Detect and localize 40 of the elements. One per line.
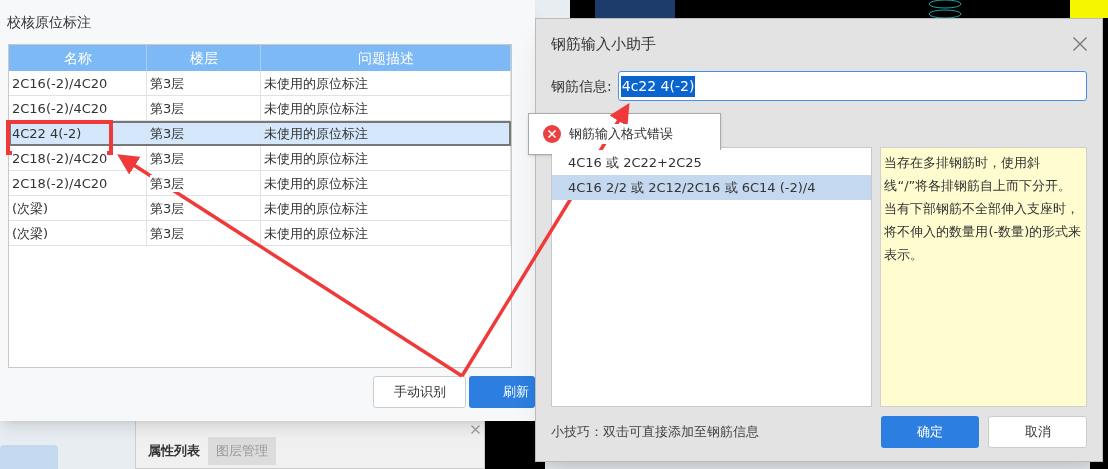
table-cell: 2C18(-2)/4C20 — [12, 149, 108, 167]
table-row[interactable]: 4C22 4(-2) 第3层 未使用的原位标注 — [9, 121, 511, 146]
table-row[interactable]: 2C18(-2)/4C20 第3层 未使用的原位标注 — [9, 171, 511, 196]
table-cell: 第3层 — [150, 74, 185, 92]
window-title: 钢筋输入小助手 — [551, 33, 656, 55]
refresh-button[interactable]: 刷新 — [469, 376, 535, 408]
table-row[interactable]: 2C18(-2)/4C20 第3层 未使用的原位标注 — [9, 146, 511, 171]
table-row[interactable]: (次梁) 第3层 未使用的原位标注 — [9, 221, 511, 246]
table-cell: 未使用的原位标注 — [264, 125, 368, 142]
table-cell: (次梁) — [12, 199, 49, 217]
field-label: 钢筋信息: — [551, 76, 612, 96]
manual-button[interactable]: 手动识别 — [373, 376, 467, 408]
canvas-strip — [1070, 0, 1108, 18]
table-cell: 第3层 — [150, 199, 185, 217]
table-cell: 第3层 — [150, 149, 185, 167]
tip-text: 小技巧：双击可直接添加至钢筋信息 — [551, 423, 760, 442]
input-field[interactable]: 4c22 4(-2) — [617, 71, 1087, 101]
table-cell: 4C22 4(-2) — [12, 125, 82, 142]
table-cell: 未使用的原位标注 — [264, 199, 368, 217]
table-row[interactable]: 2C16(-2)/4C20 第3层 未使用的原位标注 — [9, 71, 511, 96]
window-title: 校核原位标注 — [7, 12, 91, 32]
table-cell: (次梁) — [12, 224, 49, 242]
table-cell: 未使用的原位标注 — [264, 224, 368, 242]
table-cell: 未使用的原位标注 — [264, 174, 368, 192]
error-message: 钢筋输入格式错误 — [569, 124, 673, 144]
cancel-button[interactable]: 取消 — [988, 416, 1087, 448]
table-cell: 第3层 — [150, 224, 185, 242]
table-cell: 第3层 — [150, 174, 185, 192]
table-cell: 第3层 — [150, 125, 185, 142]
close-icon[interactable] — [1073, 37, 1087, 51]
close-icon[interactable] — [471, 424, 480, 434]
table-cell: 第3层 — [150, 99, 185, 117]
table-cell: 未使用的原位标注 — [264, 99, 368, 117]
error-icon — [543, 125, 561, 143]
table-cell: 未使用的原位标注 — [264, 149, 368, 167]
table-cell: 未使用的原位标注 — [264, 74, 368, 92]
table-row[interactable]: (次梁) 第3层 未使用的原位标注 — [9, 196, 511, 221]
list-item[interactable]: 4C16 2/2 或 2C12/2C16 或 6C14 (-2)/4 — [552, 175, 872, 200]
hint-text: 当存在多排钢筋时，使用斜线“/”将各排钢筋自上而下分开。当有下部钢筋不全部伸入支座时，将不伸入的数量用(-数量)的形式来表示。 — [880, 147, 1087, 407]
ok-button[interactable]: 确定 — [881, 416, 979, 448]
